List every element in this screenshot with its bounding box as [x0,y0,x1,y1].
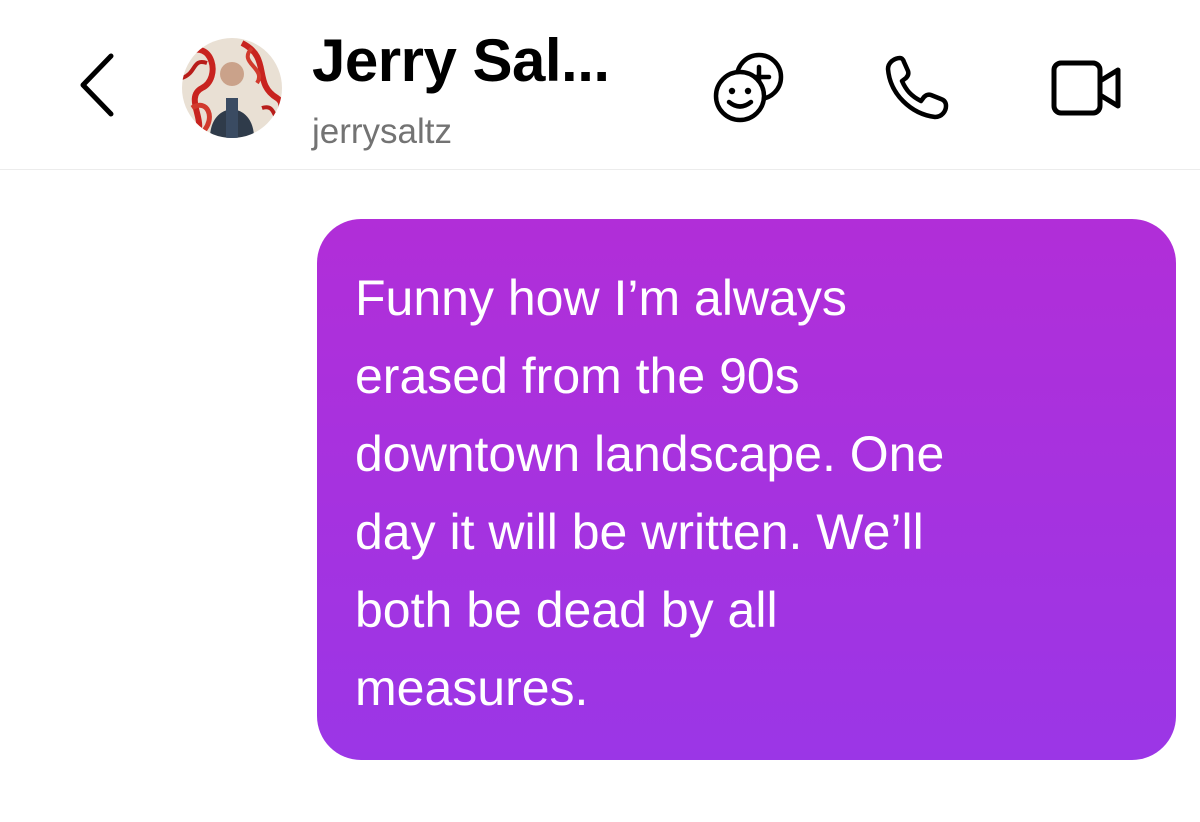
thread-header: Jerry Sal... jerrysaltz [0,0,1200,170]
back-button[interactable] [62,45,132,125]
audio-call-button[interactable] [878,50,958,126]
video-camera-icon [1051,60,1121,116]
chevron-left-icon [80,53,114,117]
effects-button[interactable] [710,50,790,126]
contact-username: jerrysaltz [312,112,453,151]
add-effect-icon [713,52,784,123]
video-call-button[interactable] [1046,50,1126,126]
contact-title[interactable]: Jerry Sal... jerrysaltz [312,26,610,152]
outgoing-message-bubble[interactable]: Funny how I’m always erased from the 90s… [317,219,1176,760]
dm-thread-screen: Jerry Sal... jerrysaltz Funny how I’m al… [0,0,1200,822]
message-text: Funny how I’m always erased from the 90s… [355,270,945,716]
avatar-image [182,38,282,138]
phone-icon [885,55,949,120]
contact-name: Jerry Sal... [312,27,610,94]
avatar[interactable] [182,38,282,138]
message-list[interactable]: Funny how I’m always erased from the 90s… [0,172,1200,822]
